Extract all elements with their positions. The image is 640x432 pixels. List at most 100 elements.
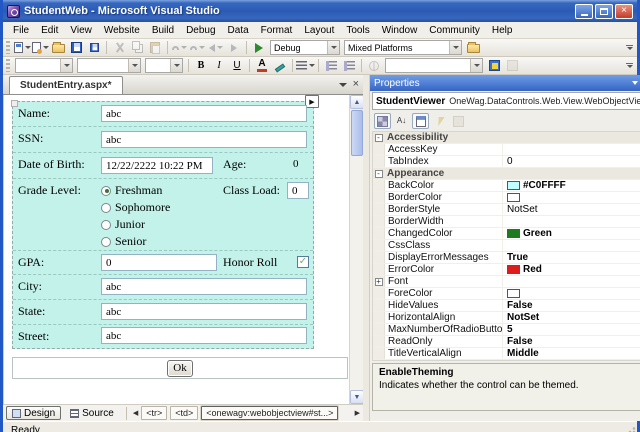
property-value[interactable] [503, 240, 640, 251]
webobjectview-control[interactable]: ▶ Name: abc SSN: abc Date of Birth: 12/2… [11, 95, 319, 349]
menu-view[interactable]: View [64, 24, 98, 37]
property-value[interactable]: #C0FFFF [503, 180, 640, 191]
tag-tr[interactable]: <tr> [141, 406, 168, 420]
check-page-style-button[interactable] [485, 57, 503, 74]
menu-data[interactable]: Data [222, 24, 255, 37]
open-file-button[interactable] [49, 39, 67, 56]
street-input[interactable]: abc [101, 327, 307, 344]
menu-layout[interactable]: Layout [298, 24, 340, 37]
combo-arrow[interactable] [470, 59, 482, 72]
minimize-button[interactable] [575, 3, 593, 19]
property-row-hidevalues[interactable]: HideValues False [373, 300, 640, 312]
object-selector-combobox[interactable]: StudentViewer OneWag.DataControls.Web.Vi… [372, 92, 640, 110]
document-list-dropdown-icon[interactable] [338, 82, 347, 87]
navigate-forward-button[interactable] [225, 39, 243, 56]
tab-studententry[interactable]: StudentEntry.aspx* [9, 76, 123, 94]
menu-window[interactable]: Window [376, 24, 424, 37]
menu-debug[interactable]: Debug [180, 24, 221, 37]
gpa-input[interactable]: 0 [101, 254, 217, 271]
properties-view-button[interactable] [412, 113, 429, 129]
window-position-icon[interactable] [632, 81, 639, 85]
radio-option[interactable]: Senior [101, 233, 170, 250]
honor-roll-checkbox[interactable]: ✓ [297, 256, 309, 268]
property-value[interactable]: 0 [503, 156, 640, 167]
tag-td[interactable]: <td> [170, 406, 199, 420]
property-row-bordercolor[interactable]: BorderColor [373, 192, 640, 204]
solution-platform-select[interactable]: Mixed Platforms [344, 40, 462, 55]
scroll-down-button[interactable]: ▼ [350, 390, 363, 404]
property-row-titleverticalalign[interactable]: TitleVerticalAlign Middle [373, 348, 640, 360]
property-value[interactable] [503, 192, 640, 203]
property-value[interactable]: Middle [503, 348, 640, 359]
property-row-cssclass[interactable]: CssClass [373, 240, 640, 252]
toolbar-overflow-button[interactable] [626, 62, 635, 69]
design-vertical-scrollbar[interactable]: ▲ ▼ [349, 95, 363, 404]
menu-website[interactable]: Website [98, 24, 146, 37]
property-pages-button[interactable] [450, 113, 467, 129]
maximize-button[interactable] [595, 3, 613, 19]
events-button[interactable] [431, 113, 448, 129]
ok-button[interactable]: Ok [167, 359, 193, 377]
background-color-button[interactable] [271, 57, 289, 74]
menu-community[interactable]: Community [423, 24, 486, 37]
italic-button[interactable]: I [210, 57, 228, 74]
radio-option[interactable]: Sophomore [101, 199, 170, 216]
ssn-input[interactable]: abc [101, 131, 307, 148]
toolbar-grip[interactable] [6, 59, 10, 72]
alphabetical-button[interactable]: A↓ [393, 113, 410, 129]
ordered-list-button[interactable] [322, 57, 340, 74]
property-value[interactable] [503, 216, 640, 227]
radio-option[interactable]: Junior [101, 216, 170, 233]
tag-scroll-right-icon[interactable]: ▶ [355, 409, 360, 417]
font-size-select[interactable] [145, 58, 183, 73]
name-input[interactable]: abc [101, 105, 307, 122]
state-input[interactable]: abc [101, 303, 307, 320]
save-all-button[interactable] [85, 39, 103, 56]
collapse-icon[interactable]: - [374, 169, 383, 178]
solution-configuration-select[interactable]: Debug [270, 40, 340, 55]
property-value[interactable]: Red [503, 264, 640, 275]
paste-button[interactable] [146, 39, 164, 56]
property-value[interactable] [503, 276, 640, 287]
navigate-back-button[interactable] [207, 39, 225, 56]
combo-arrow[interactable] [60, 59, 72, 72]
combo-arrow[interactable] [449, 41, 461, 54]
category-row-appearance[interactable]: - Appearance [373, 168, 640, 180]
property-value[interactable] [503, 288, 640, 299]
find-in-files-button[interactable] [464, 39, 482, 56]
radio-option[interactable]: Freshman [101, 182, 170, 199]
property-row-maxnumberofradiobuttons[interactable]: MaxNumberOfRadioButtons 5 [373, 324, 640, 336]
add-item-button[interactable] [31, 39, 49, 56]
menu-edit[interactable]: Edit [35, 24, 64, 37]
underline-button[interactable]: U [228, 57, 246, 74]
cut-button[interactable] [110, 39, 128, 56]
close-button[interactable]: × [615, 3, 633, 19]
property-value[interactable]: True [503, 252, 640, 263]
dob-input[interactable]: 12/22/2222 10:22 PM [101, 157, 213, 174]
unordered-list-button[interactable] [340, 57, 358, 74]
undo-button[interactable] [171, 39, 189, 56]
property-value[interactable]: NotSet [503, 204, 640, 215]
property-row-borderstyle[interactable]: BorderStyle NotSet [373, 204, 640, 216]
property-row-tabindex[interactable]: TabIndex 0 [373, 156, 640, 168]
properties-title-bar[interactable]: Properties × [370, 75, 640, 91]
font-name-select[interactable] [77, 58, 141, 73]
property-row-errorcolor[interactable]: ErrorColor Red [373, 264, 640, 276]
property-row-readonly[interactable]: ReadOnly False [373, 336, 640, 348]
category-row-accessibility[interactable]: - Accessibility [373, 132, 640, 144]
property-row-changedcolor[interactable]: ChangedColor Green [373, 228, 640, 240]
menu-build[interactable]: Build [146, 24, 180, 37]
property-row-backcolor[interactable]: BackColor #C0FFFF [373, 180, 640, 192]
property-value[interactable]: 5 [503, 324, 640, 335]
hyperlink-button[interactable] [365, 57, 383, 74]
combo-arrow[interactable] [170, 59, 182, 72]
close-document-icon[interactable]: × [353, 79, 359, 90]
property-value[interactable]: Green [503, 228, 640, 239]
property-value[interactable]: False [503, 300, 640, 311]
menu-tools[interactable]: Tools [340, 24, 375, 37]
alignment-button[interactable] [296, 57, 315, 74]
tag-webobjectview[interactable]: <onewagv:webobjectview#st...> [201, 406, 339, 420]
start-debugging-button[interactable] [250, 39, 268, 56]
block-format-select[interactable] [15, 58, 73, 73]
menu-file[interactable]: File [7, 24, 35, 37]
